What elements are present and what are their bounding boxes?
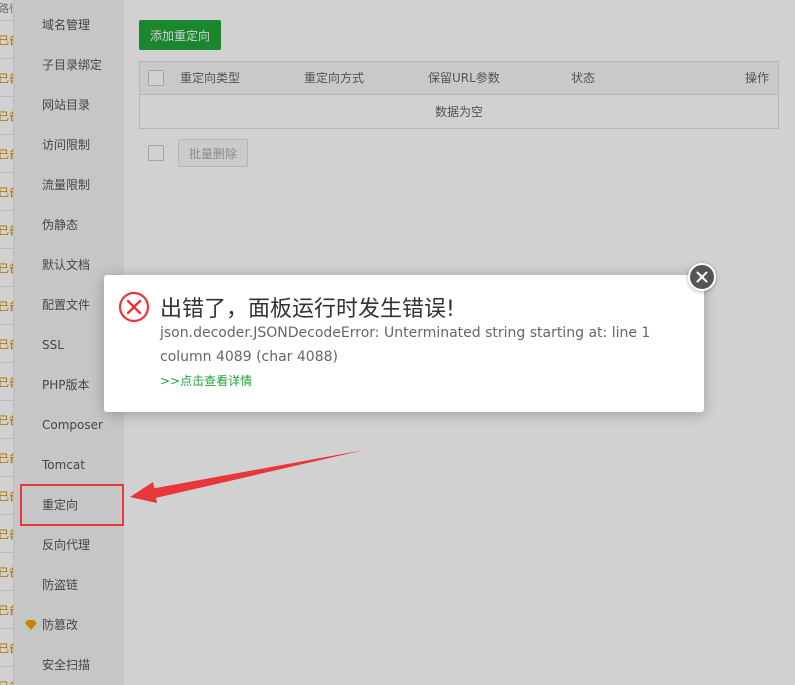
dialog-close-button[interactable] bbox=[688, 263, 716, 291]
error-x-icon bbox=[118, 291, 150, 323]
annotation-highlight-box bbox=[20, 484, 124, 526]
error-title: 出错了，面板运行时发生错误! bbox=[160, 297, 455, 322]
close-icon bbox=[696, 271, 708, 283]
error-message: json.decoder.JSONDecodeError: Unterminat… bbox=[160, 325, 651, 365]
view-details-link[interactable]: >>点击查看详情 bbox=[160, 372, 252, 389]
error-dialog: 出错了，面板运行时发生错误! json.decoder.JSONDecodeEr… bbox=[104, 275, 704, 412]
